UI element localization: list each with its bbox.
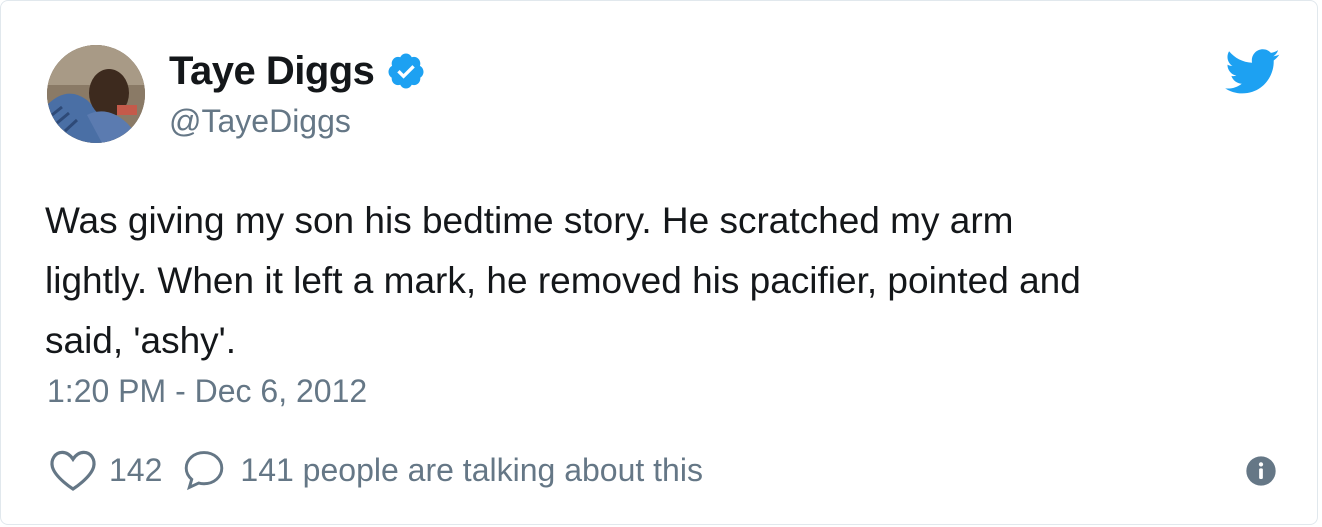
tweet-text: Was giving my son his bedtime story. He …	[45, 191, 1285, 371]
tweet-actions: 142 141 people are talking about this	[49, 447, 703, 493]
author-name-row: Taye Diggs	[169, 47, 426, 95]
avatar[interactable]	[47, 45, 145, 143]
tweet-text-line: Was giving my son his bedtime story. He …	[45, 200, 1014, 241]
avatar-image	[47, 45, 145, 143]
info-icon[interactable]	[1245, 455, 1277, 487]
tweet-text-line: said, 'ashy'.	[45, 320, 236, 361]
tweet-timestamp[interactable]: 1:20 PM - Dec 6, 2012	[47, 373, 367, 410]
speech-bubble-icon[interactable]	[182, 448, 226, 492]
verified-badge-icon	[386, 51, 426, 91]
like-count[interactable]: 142	[109, 452, 162, 489]
handle[interactable]: @TayeDiggs	[169, 103, 351, 140]
display-name[interactable]: Taye Diggs	[169, 49, 375, 94]
twitter-bird-icon[interactable]	[1225, 49, 1281, 95]
heart-icon[interactable]	[49, 448, 97, 492]
talking-about-link[interactable]: 141 people are talking about this	[240, 452, 703, 489]
tweet-text-line: lightly. When it left a mark, he removed…	[45, 260, 1081, 301]
tweet-card: Taye Diggs @TayeDiggs Was giving my son …	[0, 0, 1318, 525]
